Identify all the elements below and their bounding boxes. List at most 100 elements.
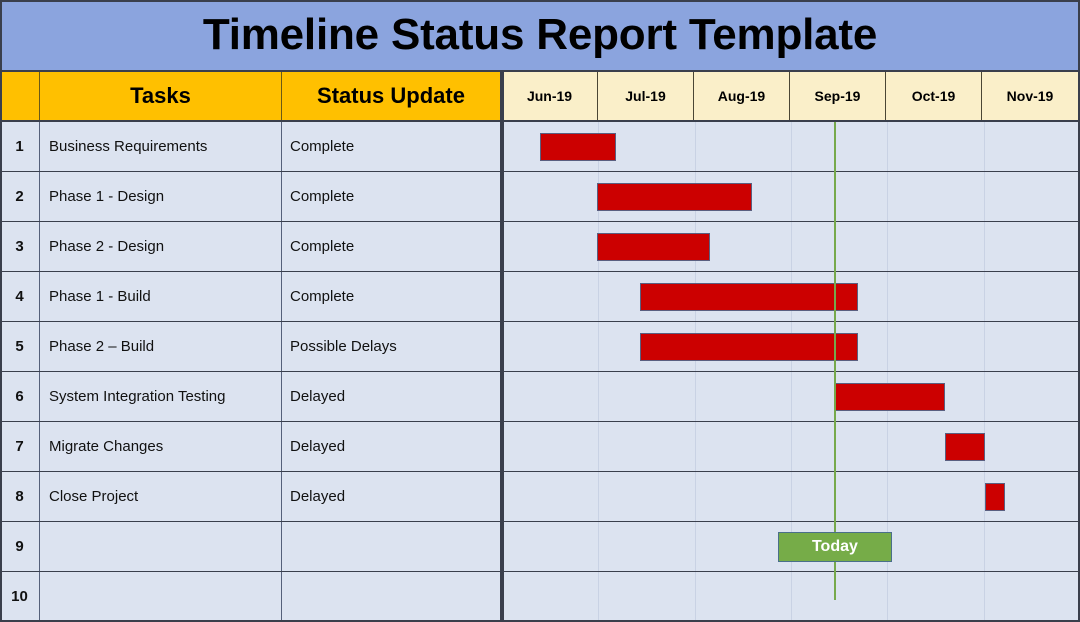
status-update-cell[interactable]: Delayed bbox=[282, 422, 502, 471]
row-number: 9 bbox=[0, 522, 40, 571]
status-update-cell[interactable]: Complete bbox=[282, 122, 502, 171]
column-header-month-4: Oct-19 bbox=[886, 72, 982, 120]
gantt-bar[interactable] bbox=[985, 483, 1005, 511]
task-name-cell[interactable] bbox=[40, 522, 282, 571]
today-badge[interactable]: Today bbox=[777, 532, 892, 562]
gantt-row-track[interactable] bbox=[502, 372, 1080, 421]
month-gridline bbox=[887, 472, 889, 521]
row-number: 6 bbox=[0, 372, 40, 421]
month-gridline bbox=[791, 372, 792, 421]
month-gridline bbox=[983, 272, 985, 321]
table-row: 8 Close Project Delayed bbox=[0, 472, 1080, 522]
today-marker-line bbox=[833, 122, 836, 600]
month-gridline bbox=[887, 172, 889, 221]
row-number: 2 bbox=[0, 172, 40, 221]
gantt-bar[interactable] bbox=[834, 383, 945, 411]
column-header-month-0: Jun-19 bbox=[502, 72, 598, 120]
row-number: 5 bbox=[0, 322, 40, 371]
month-gridline bbox=[983, 572, 985, 620]
status-update-cell[interactable]: Delayed bbox=[282, 372, 502, 421]
month-gridline bbox=[791, 572, 792, 620]
gantt-bar[interactable] bbox=[540, 133, 616, 161]
row-number: 8 bbox=[0, 472, 40, 521]
gantt-bar[interactable] bbox=[596, 183, 753, 211]
task-table-body: 1 Business Requirements Complete 2 Phase 1 -… bbox=[0, 122, 1080, 622]
month-gridline bbox=[983, 522, 985, 571]
month-gridline bbox=[983, 122, 985, 171]
task-name-cell[interactable]: System Integration Testing bbox=[40, 372, 282, 421]
month-gridline bbox=[887, 422, 889, 471]
task-name-cell[interactable] bbox=[40, 572, 282, 620]
month-gridline bbox=[791, 222, 792, 271]
status-update-cell[interactable]: Delayed bbox=[282, 472, 502, 521]
month-gridline bbox=[791, 122, 792, 171]
table-row: 10 bbox=[0, 572, 1080, 622]
gantt-bar[interactable] bbox=[944, 433, 986, 461]
page-title: Timeline Status Report Template bbox=[202, 10, 878, 59]
task-name-cell[interactable]: Business Requirements bbox=[40, 122, 282, 171]
gantt-row-track[interactable] bbox=[502, 572, 1080, 620]
row-number: 4 bbox=[0, 272, 40, 321]
month-gridline bbox=[598, 272, 600, 321]
task-name-cell[interactable]: Migrate Changes bbox=[40, 422, 282, 471]
column-header-month-5: Nov-19 bbox=[982, 72, 1078, 120]
month-gridline bbox=[598, 522, 600, 571]
month-gridline bbox=[694, 572, 696, 620]
table-row: 7 Migrate Changes Delayed bbox=[0, 422, 1080, 472]
month-gridline bbox=[887, 272, 889, 321]
title-bar: Timeline Status Report Template bbox=[0, 0, 1080, 72]
month-gridline bbox=[598, 422, 600, 471]
timeline-status-report: Timeline Status Report Template Tasks St… bbox=[0, 0, 1080, 622]
table-row: 4 Phase 1 - Build Complete bbox=[0, 272, 1080, 322]
month-gridline bbox=[887, 122, 889, 171]
month-gridline bbox=[694, 472, 696, 521]
task-name-cell[interactable]: Close Project bbox=[40, 472, 282, 521]
task-name-cell[interactable]: Phase 1 - Design bbox=[40, 172, 282, 221]
month-gridline bbox=[598, 372, 600, 421]
month-gridline bbox=[694, 372, 696, 421]
row-number: 1 bbox=[0, 122, 40, 171]
gantt-row-track[interactable] bbox=[502, 422, 1080, 471]
column-header-month-1: Jul-19 bbox=[598, 72, 694, 120]
gantt-row-track[interactable] bbox=[502, 222, 1080, 271]
status-update-cell[interactable]: Complete bbox=[282, 272, 502, 321]
month-gridline bbox=[694, 422, 696, 471]
task-name-cell[interactable]: Phase 2 - Design bbox=[40, 222, 282, 271]
table-row: 5 Phase 2 – Build Possible Delays bbox=[0, 322, 1080, 372]
status-update-cell[interactable] bbox=[282, 572, 502, 620]
column-header-month-2: Aug-19 bbox=[694, 72, 790, 120]
gantt-bar[interactable] bbox=[640, 333, 859, 361]
row-number: 3 bbox=[0, 222, 40, 271]
table-row: 9 bbox=[0, 522, 1080, 572]
status-update-cell[interactable]: Complete bbox=[282, 172, 502, 221]
row-number: 10 bbox=[0, 572, 40, 620]
column-header-status-update: Status Update bbox=[282, 72, 502, 120]
month-gridline bbox=[694, 522, 696, 571]
column-header-month-3: Sep-19 bbox=[790, 72, 886, 120]
task-name-cell[interactable]: Phase 2 – Build bbox=[40, 322, 282, 371]
month-gridline bbox=[694, 122, 696, 171]
month-gridline bbox=[598, 572, 600, 620]
month-gridline bbox=[598, 472, 600, 521]
month-gridline bbox=[791, 172, 792, 221]
month-gridline bbox=[791, 422, 792, 471]
month-gridline bbox=[887, 572, 889, 620]
gantt-row-track[interactable] bbox=[502, 172, 1080, 221]
row-number: 7 bbox=[0, 422, 40, 471]
month-gridline bbox=[598, 322, 600, 371]
table-header-row: Tasks Status Update Jun-19 Jul-19 Aug-19… bbox=[0, 72, 1080, 122]
task-name-cell[interactable]: Phase 1 - Build bbox=[40, 272, 282, 321]
month-gridline bbox=[983, 172, 985, 221]
status-update-cell[interactable]: Possible Delays bbox=[282, 322, 502, 371]
month-gridline bbox=[983, 372, 985, 421]
gantt-bar[interactable] bbox=[596, 233, 711, 261]
status-update-cell[interactable]: Complete bbox=[282, 222, 502, 271]
month-gridline bbox=[887, 222, 889, 271]
month-gridline bbox=[983, 322, 985, 371]
gantt-bar[interactable] bbox=[640, 283, 859, 311]
status-update-cell[interactable] bbox=[282, 522, 502, 571]
table-row: 2 Phase 1 - Design Complete bbox=[0, 172, 1080, 222]
month-gridline bbox=[887, 322, 889, 371]
month-gridline bbox=[983, 222, 985, 271]
month-gridline bbox=[791, 472, 792, 521]
